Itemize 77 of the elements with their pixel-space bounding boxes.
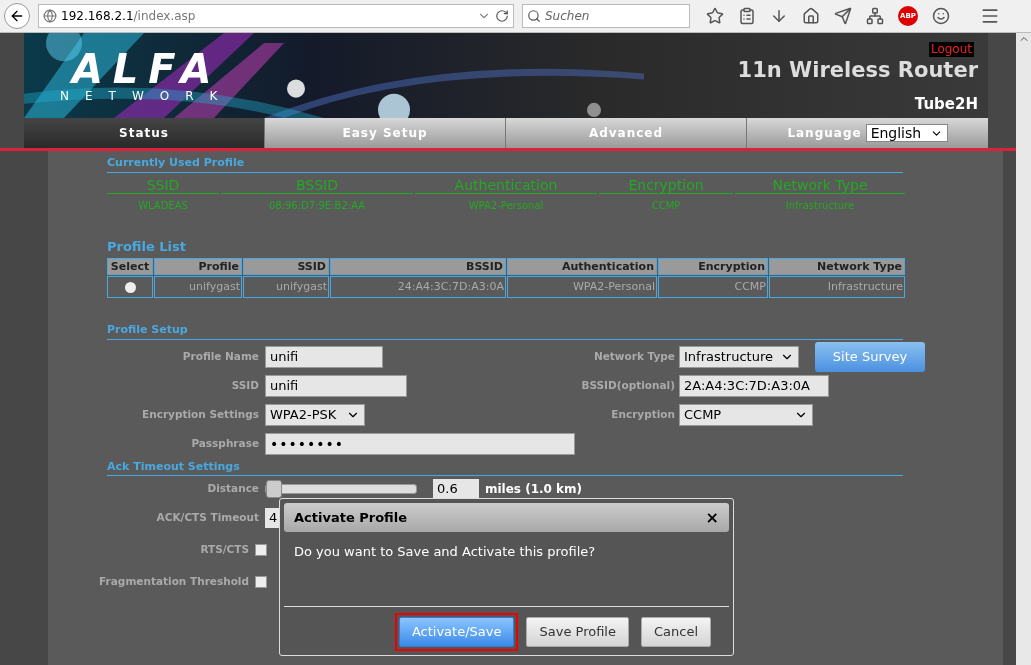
field-label: Network Type: [592, 348, 675, 364]
checkbox[interactable]: [255, 576, 267, 588]
input-field[interactable]: unifi: [265, 345, 383, 368]
column-header: SSID: [243, 258, 329, 275]
column-header: SSID: [107, 176, 219, 194]
field-label: RTS/CTS: [199, 542, 249, 558]
column-header: Profile: [154, 258, 242, 275]
distance-unit: miles (1.0 km): [485, 481, 583, 498]
url-field[interactable]: 192.168.2.1/index.asp: [38, 4, 514, 28]
table-cell-text: 08:96:D7:9E:B2:AA: [267, 198, 367, 213]
column-header: Authentication: [415, 176, 597, 194]
slider-thumb[interactable]: [266, 480, 282, 498]
network-icon[interactable]: [866, 7, 884, 25]
section-title: Profile Setup: [107, 322, 903, 340]
logo: ALFA: [71, 49, 222, 89]
reload-icon[interactable]: [495, 9, 509, 23]
clipboard-icon[interactable]: [738, 7, 756, 25]
table-cell: 24:A4:3C:7D:A3:0A: [330, 276, 506, 298]
search-field[interactable]: Suchen: [522, 4, 690, 28]
scrollbar[interactable]: [1016, 33, 1031, 665]
field-label: Passphrase: [190, 435, 259, 451]
search-icon: [527, 9, 541, 23]
checkbox[interactable]: [255, 544, 267, 556]
radio-button[interactable]: [124, 281, 136, 293]
table-cell: CCMP: [658, 276, 768, 298]
field-label: Fragmentation Threshold: [98, 574, 249, 590]
table-cell-text: WLADEAS: [137, 198, 189, 213]
smiley-icon[interactable]: [932, 7, 950, 25]
field-label: ACK/CTS Timeout: [155, 510, 259, 526]
language-dropdown[interactable]: English: [865, 124, 948, 142]
table-cell-text: CCMP: [650, 198, 682, 213]
table-cell: unifygast: [154, 276, 242, 298]
input-field[interactable]: 2A:A4:3C:7D:A3:0A: [679, 374, 829, 397]
section-title: Currently Used Profile: [107, 155, 903, 173]
language-label: Language: [787, 125, 862, 142]
input-field[interactable]: unifi: [265, 374, 407, 397]
logout-link[interactable]: Logout: [928, 42, 974, 57]
table-cell: WPA2-Personal: [507, 276, 657, 298]
column-header: Network Type: [769, 258, 905, 275]
field-label: BSSID(optional): [580, 377, 675, 393]
dialog-message: Do you want to Save and Activate this profile?: [294, 543, 597, 561]
dropdown[interactable]: Infrastructure: [679, 345, 799, 368]
dropdown[interactable]: WPA2-PSK: [265, 403, 365, 426]
column-header: BSSID: [330, 258, 506, 275]
model-name: Tube2H: [914, 94, 978, 115]
back-button[interactable]: [4, 3, 30, 29]
dropdown[interactable]: CCMP: [679, 403, 813, 426]
column-header: Authentication: [507, 258, 657, 275]
table-cell: Infrastructure: [769, 276, 905, 298]
globe-icon: [43, 9, 57, 23]
send-icon[interactable]: [834, 7, 852, 25]
column-header: Select: [107, 258, 153, 275]
column-header: Encryption: [599, 176, 733, 194]
password-field[interactable]: ••••••••: [265, 432, 575, 455]
field-label: Encryption Settings: [141, 406, 259, 422]
logo-subtitle: NETWORK: [60, 89, 234, 103]
product-title: 11n Wireless Router: [737, 57, 978, 84]
close-button[interactable]: ×: [705, 509, 719, 526]
bookmark-icon[interactable]: [706, 7, 724, 25]
section-title: Ack Timeout Settings: [107, 458, 903, 476]
column-header: BSSID: [221, 176, 413, 194]
distance-field[interactable]: 0.6: [433, 479, 479, 499]
menu-icon[interactable]: [980, 6, 1000, 26]
table-cell-text: Infrastructure: [784, 198, 856, 213]
field-label: Encryption: [610, 406, 675, 422]
field-label: Distance: [206, 481, 259, 497]
table-cell-text: WPA2-Personal: [467, 198, 545, 213]
field-label: Profile Name: [181, 348, 259, 364]
download-icon[interactable]: [770, 7, 788, 25]
field-label: SSID: [230, 377, 259, 393]
section-title: Profile List: [107, 237, 187, 256]
home-icon[interactable]: [802, 7, 820, 25]
table-cell: unifygast: [243, 276, 329, 298]
dialog-title: Activate Profile: [294, 508, 408, 527]
nav-tab[interactable]: Status: [24, 118, 265, 148]
column-header: Network Type: [735, 176, 905, 194]
column-header: Encryption: [658, 258, 768, 275]
